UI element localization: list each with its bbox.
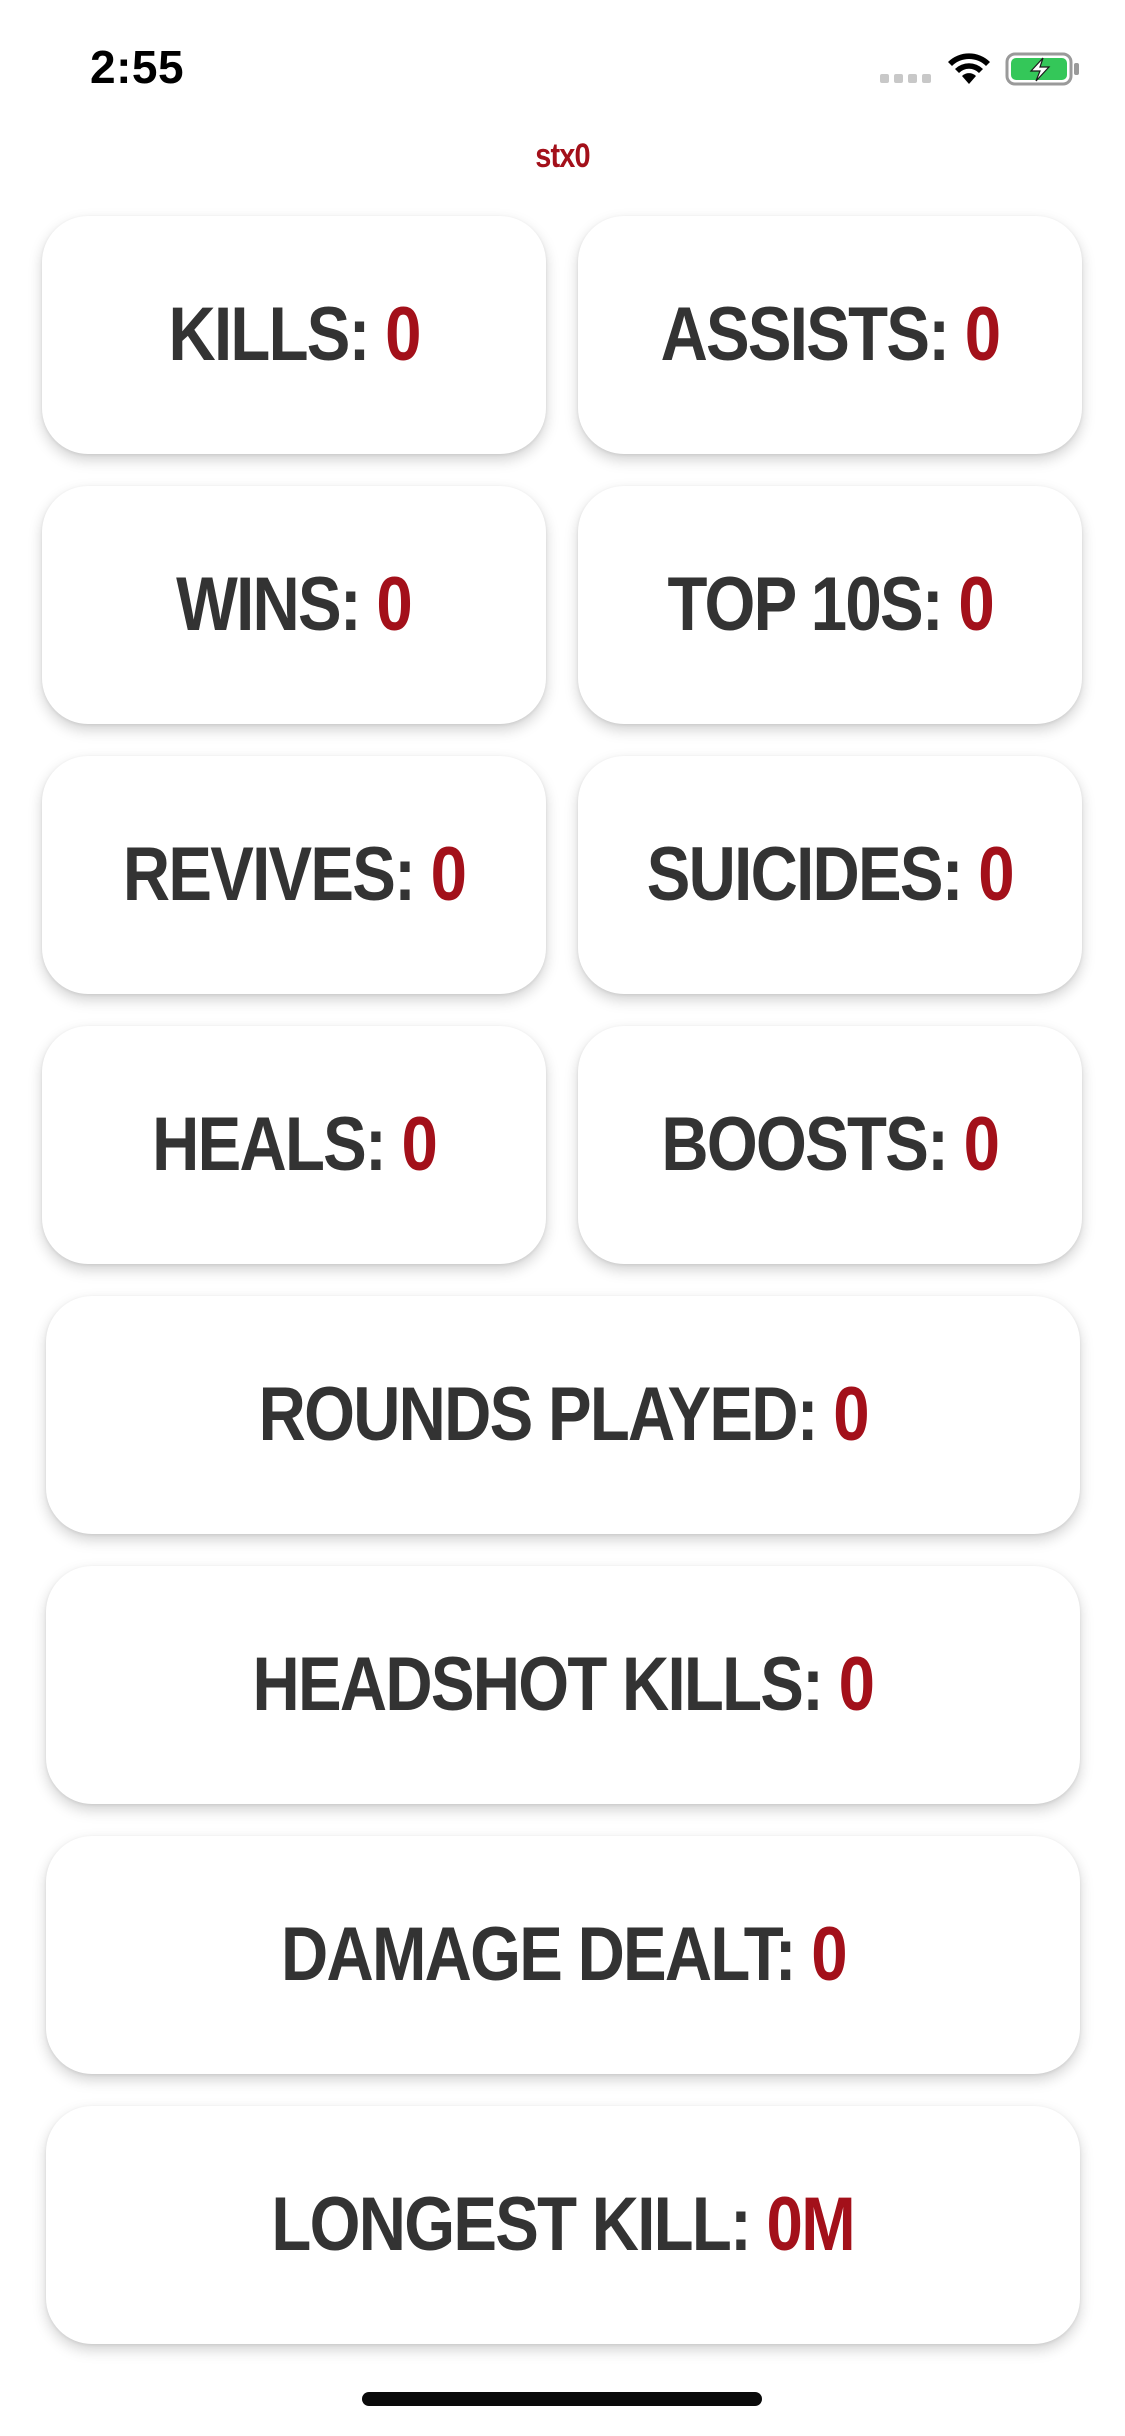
boosts-card: BOOSTS: 0 bbox=[578, 1026, 1082, 1264]
top10s-card: TOP 10S: 0 bbox=[578, 486, 1082, 724]
kills-value: 0 bbox=[385, 292, 421, 377]
longest-kill-card: LONGEST KILL: 0M bbox=[46, 2106, 1080, 2344]
longest-kill-value: 0M bbox=[766, 2182, 856, 2267]
rounds-played-label: ROUNDS PLAYED: bbox=[258, 1372, 818, 1457]
assists-value: 0 bbox=[964, 292, 1001, 377]
wins-card: WINS: 0 bbox=[42, 486, 546, 724]
damage-dealt-card: DAMAGE DEALT: 0 bbox=[46, 1836, 1080, 2074]
page-title: stx0 bbox=[535, 137, 590, 175]
heals-card: HEALS: 0 bbox=[42, 1026, 546, 1264]
damage-dealt-value: 0 bbox=[810, 1912, 847, 1997]
top10s-label: TOP 10S: bbox=[667, 562, 943, 647]
heals-label: HEALS: bbox=[151, 1102, 387, 1187]
home-indicator[interactable] bbox=[362, 2392, 762, 2406]
assists-card: ASSISTS: 0 bbox=[578, 216, 1082, 454]
boosts-value: 0 bbox=[963, 1102, 1000, 1187]
suicides-label: SUICIDES: bbox=[646, 832, 964, 917]
headshot-kills-card: HEADSHOT KILLS: 0 bbox=[46, 1566, 1080, 1804]
rounds-played-value: 0 bbox=[832, 1372, 869, 1457]
suicides-card: SUICIDES: 0 bbox=[578, 756, 1082, 994]
kills-card: KILLS: 0 bbox=[42, 216, 546, 454]
headshot-kills-label: HEADSHOT KILLS: bbox=[252, 1642, 824, 1727]
boosts-label: BOOSTS: bbox=[661, 1102, 949, 1187]
revives-value: 0 bbox=[430, 832, 467, 917]
heals-value: 0 bbox=[401, 1102, 437, 1187]
battery-charging-icon bbox=[1005, 52, 1079, 86]
assists-label: ASSISTS: bbox=[660, 292, 950, 377]
status-bar: 2:55 bbox=[0, 0, 1125, 132]
signal-icon bbox=[880, 74, 931, 83]
wins-label: WINS: bbox=[176, 562, 363, 647]
damage-dealt-label: DAMAGE DEALT: bbox=[280, 1912, 797, 1997]
revives-card: REVIVES: 0 bbox=[42, 756, 546, 994]
status-time: 2:55 bbox=[90, 41, 185, 93]
kills-label: KILLS: bbox=[168, 292, 370, 377]
suicides-value: 0 bbox=[978, 832, 1014, 917]
wifi-icon bbox=[948, 53, 990, 84]
revives-label: REVIVES: bbox=[122, 832, 416, 917]
top10s-value: 0 bbox=[958, 562, 994, 647]
longest-kill-label: LONGEST KILL: bbox=[271, 2182, 752, 2267]
rounds-played-card: ROUNDS PLAYED: 0 bbox=[46, 1296, 1080, 1534]
headshot-kills-value: 0 bbox=[838, 1642, 875, 1727]
wins-value: 0 bbox=[376, 562, 413, 647]
